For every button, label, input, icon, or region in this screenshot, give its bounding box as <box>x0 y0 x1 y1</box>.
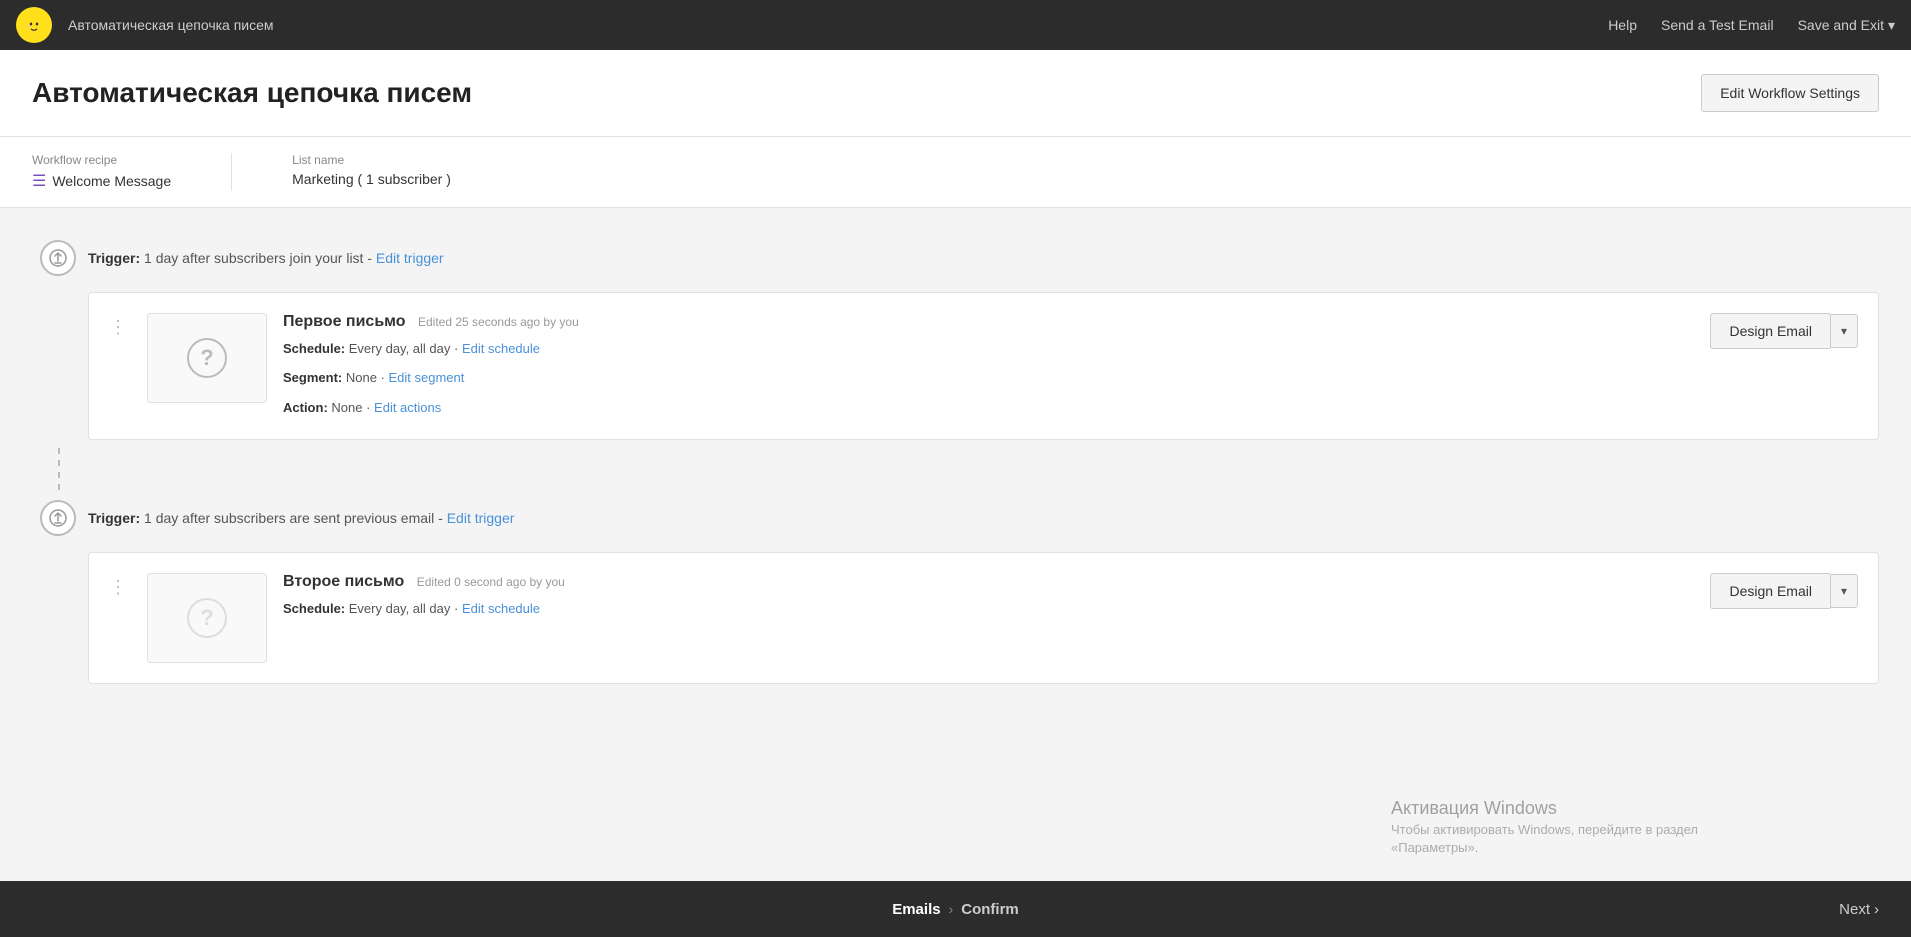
windows-activation-subtitle: Чтобы активировать Windows, перейдите в … <box>1391 821 1711 857</box>
card-actions-2: Design Email ▾ <box>1710 573 1858 609</box>
email-block-1: Trigger: 1 day after subscribers join yo… <box>32 240 1879 440</box>
email-details-2: Второе письмо Edited 0 second ago by you… <box>283 573 1694 620</box>
bottom-bar: Emails › Confirm Next › <box>0 881 1911 937</box>
card-menu-dots-2[interactable]: ⋮ <box>105 577 131 598</box>
email-thumbnail-1: ? <box>147 313 267 403</box>
bottom-step-confirm[interactable]: Confirm <box>961 901 1019 918</box>
email-name-2: Второе письмо <box>283 573 404 590</box>
page-title: Автоматическая цепочка писем <box>32 77 472 109</box>
email-edited-1: Edited 25 seconds ago by you <box>418 315 579 329</box>
list-name-label: List name <box>292 153 451 167</box>
list-name-value: Marketing ( 1 subscriber ) <box>292 171 451 187</box>
question-circle-icon-2: ? <box>187 598 227 638</box>
navbar-title: Автоматическая цепочка писем <box>68 17 1592 33</box>
windows-watermark: Активация Windows Чтобы активировать Win… <box>1391 798 1711 857</box>
edit-actions-link-1[interactable]: Edit actions <box>374 400 441 415</box>
workflow-recipe-meta: Workflow recipe ☰ Welcome Message <box>32 153 171 191</box>
email-card-1: ⋮ ? Первое письмо Edited 25 seconds ago … <box>88 292 1879 440</box>
send-test-email-link[interactable]: Send a Test Email <box>1661 17 1774 33</box>
navbar: Автоматическая цепочка писем Help Send a… <box>0 0 1911 50</box>
list-icon: ☰ <box>32 171 46 191</box>
trigger-icon-1 <box>40 240 76 276</box>
email-details-1: Первое письмо Edited 25 seconds ago by y… <box>283 313 1694 419</box>
email-name-1: Первое письмо <box>283 313 406 330</box>
bottom-steps: Emails › Confirm <box>892 901 1019 918</box>
trigger-text-2: Trigger: 1 day after subscribers are sen… <box>88 510 514 526</box>
meta-divider <box>231 153 232 191</box>
email-thumbnail-2: ? <box>147 573 267 663</box>
workflow-recipe-label: Workflow recipe <box>32 153 171 167</box>
card-menu-dots-1[interactable]: ⋮ <box>105 317 131 338</box>
next-button[interactable]: Next › <box>1839 901 1879 918</box>
help-link[interactable]: Help <box>1608 17 1637 33</box>
edit-schedule-link-1[interactable]: Edit schedule <box>462 341 540 356</box>
trigger-text-1: Trigger: 1 day after subscribers join yo… <box>88 250 444 266</box>
email-card-2: ⋮ ? Второе письмо Edited 0 second ago by… <box>88 552 1879 684</box>
edit-trigger-link-2[interactable]: Edit trigger <box>447 510 515 526</box>
design-email-button-1[interactable]: Design Email <box>1710 313 1829 349</box>
bottom-step-emails[interactable]: Emails <box>892 901 940 918</box>
edit-trigger-link-1[interactable]: Edit trigger <box>376 250 444 266</box>
trigger-row-2: Trigger: 1 day after subscribers are sen… <box>40 500 1879 536</box>
page-header: Автоматическая цепочка писем Edit Workfl… <box>0 50 1911 137</box>
windows-activation-title: Активация Windows <box>1391 798 1711 819</box>
design-email-dropdown-1[interactable]: ▾ <box>1830 314 1858 348</box>
connector-1 <box>58 448 60 496</box>
main-content: Trigger: 1 day after subscribers join yo… <box>0 208 1911 772</box>
list-name-meta: List name Marketing ( 1 subscriber ) <box>292 153 451 187</box>
navbar-actions: Help Send a Test Email Save and Exit ▾ <box>1608 17 1895 34</box>
meta-bar: Workflow recipe ☰ Welcome Message List n… <box>0 137 1911 208</box>
card-actions-1: Design Email ▾ <box>1710 313 1858 349</box>
trigger-icon-2 <box>40 500 76 536</box>
design-email-dropdown-2[interactable]: ▾ <box>1830 574 1858 608</box>
edit-schedule-link-2[interactable]: Edit schedule <box>462 601 540 616</box>
trigger-row-1: Trigger: 1 day after subscribers join yo… <box>40 240 1879 276</box>
design-email-button-2[interactable]: Design Email <box>1710 573 1829 609</box>
email-block-2: Trigger: 1 day after subscribers are sen… <box>32 500 1879 684</box>
edit-segment-link-1[interactable]: Edit segment <box>389 370 465 385</box>
edit-workflow-settings-button[interactable]: Edit Workflow Settings <box>1701 74 1879 112</box>
workflow-recipe-value: Welcome Message <box>52 173 171 189</box>
bottom-chevron-icon: › <box>949 901 954 917</box>
question-circle-icon-1: ? <box>187 338 227 378</box>
email-edited-2: Edited 0 second ago by you <box>417 575 565 589</box>
logo <box>16 7 52 43</box>
save-exit-button[interactable]: Save and Exit ▾ <box>1798 17 1895 34</box>
